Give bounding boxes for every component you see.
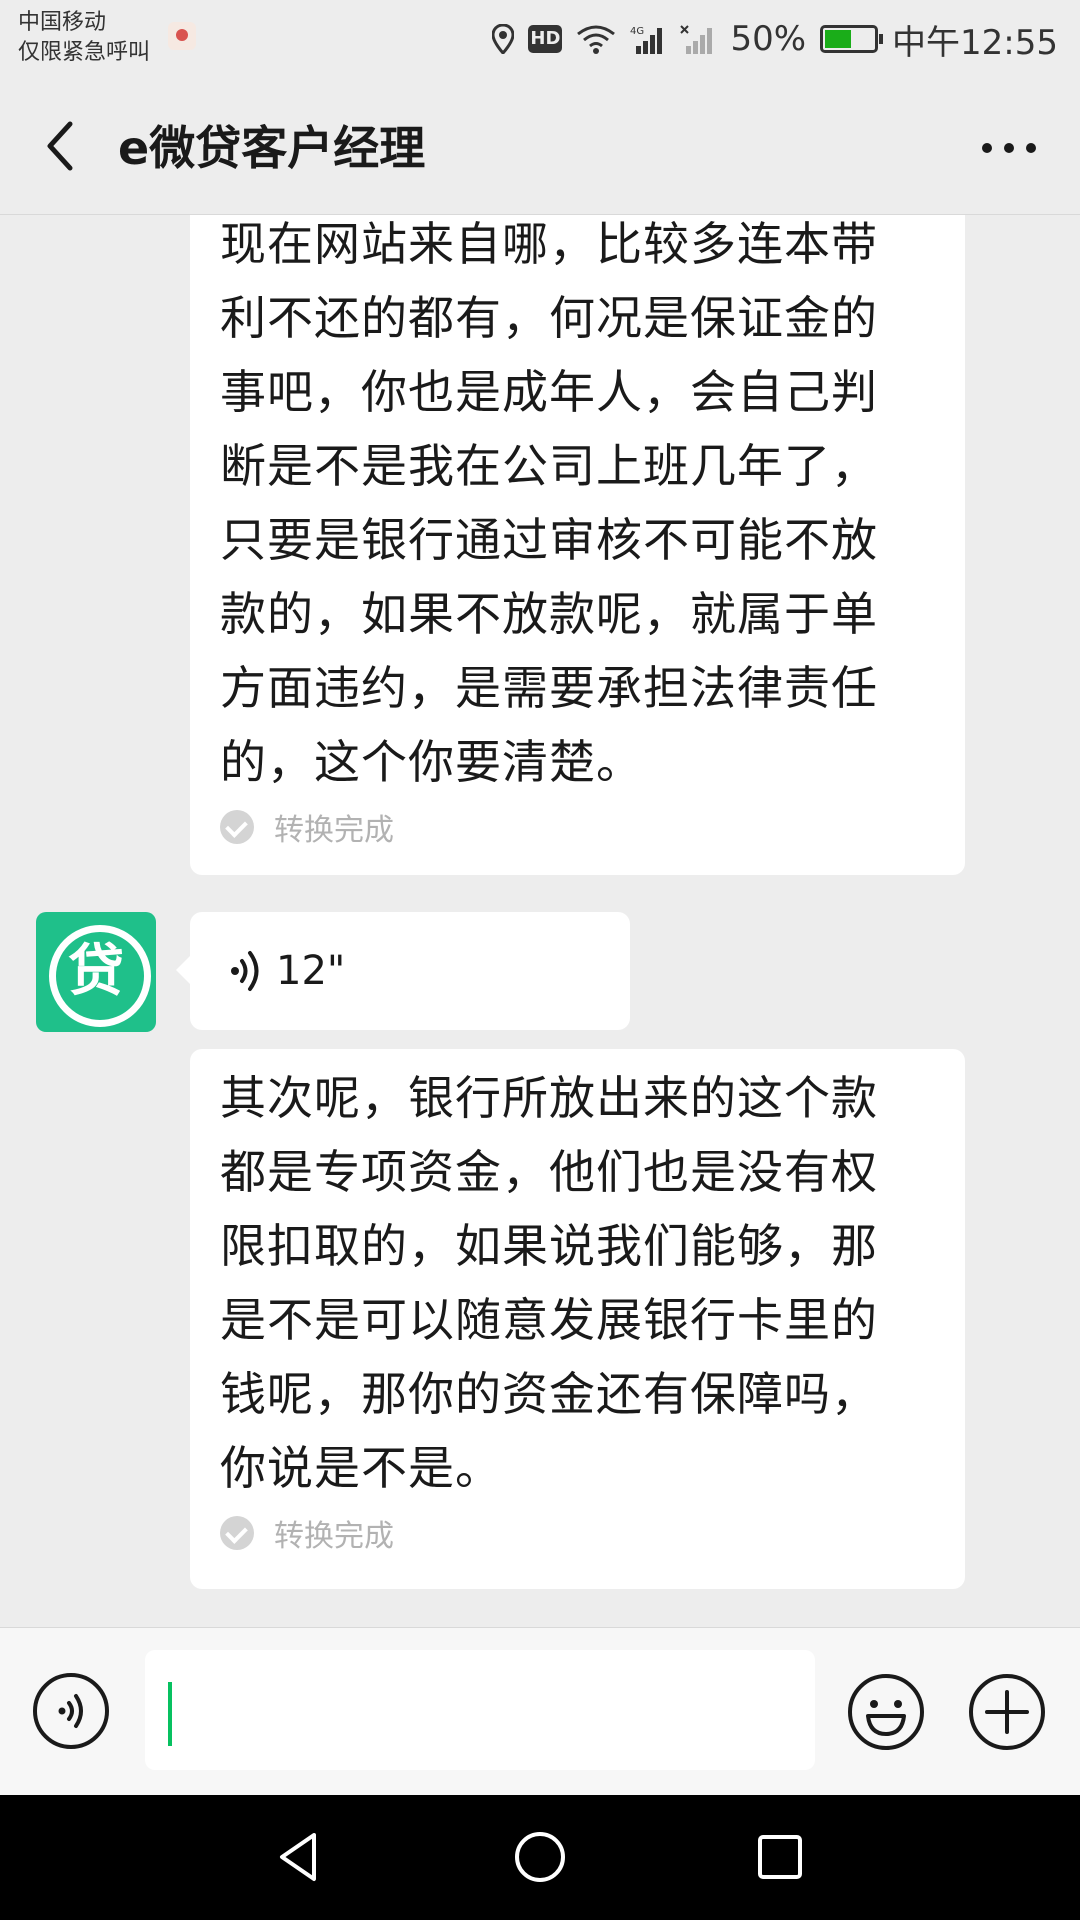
text-caret [168, 1682, 172, 1746]
system-navigation-bar [0, 1795, 1080, 1920]
hd-icon: HD [528, 25, 563, 53]
check-circle-icon [220, 810, 254, 844]
location-icon [492, 24, 515, 54]
sim-icon [168, 22, 196, 50]
message-input[interactable] [145, 1650, 815, 1770]
clock: 中午12:55 [892, 22, 1058, 63]
transcript-line: 都是专项资金，他们也是没有权 [220, 1145, 878, 1199]
convert-status: 转换完成 [220, 805, 935, 849]
more-icon[interactable] [980, 136, 1040, 160]
avatar-logo-glyph: 贷 [68, 939, 124, 1004]
convert-status: 转换完成 [220, 1511, 935, 1555]
signal-nosim-icon [680, 25, 713, 54]
transcript-line: 现在网站来自哪，比较多连本带 [220, 217, 878, 271]
status-bar: 中国移动 仅限紧急呼叫 HD 4G 50% 中午12:55 [0, 0, 1080, 84]
transcript-bubble[interactable]: 其次呢，银行所放出来的这个款 都是专项资金，他们也是没有权 限扣取的，如果说我们… [190, 1049, 965, 1589]
wifi-icon [577, 25, 616, 54]
transcript-line: 只要是银行通过审核不可能不放 [220, 513, 878, 567]
transcript-line: 款的，如果不放款呢，就属于单 [220, 587, 878, 641]
carrier-emergency: 仅限紧急呼叫 [18, 40, 151, 65]
voice-wave-icon [231, 951, 259, 991]
transcript-text: 现在网站来自哪，比较多连本带 利不还的都有，何况是保证金的 事吧，你也是成年人，… [220, 215, 935, 799]
input-bar [0, 1627, 1080, 1796]
battery-icon [820, 25, 884, 53]
transcript-line: 的，这个你要清楚。 [220, 735, 643, 789]
transcript-line: 是不是可以随意发展银行卡里的 [220, 1293, 878, 1347]
page-title: e微贷客户经理 [118, 121, 426, 175]
transcript-text: 其次呢，银行所放出来的这个款 都是专项资金，他们也是没有权 限扣取的，如果说我们… [220, 1061, 935, 1505]
convert-status-label: 转换完成 [274, 813, 394, 848]
carrier-info: 中国移动 仅限紧急呼叫 [18, 8, 150, 68]
transcript-line: 其次呢，银行所放出来的这个款 [220, 1071, 878, 1125]
voice-input-icon[interactable] [32, 1672, 110, 1750]
transcript-line: 钱呢，那你的资金还有保障吗， [220, 1367, 878, 1421]
chat-message-list[interactable]: 现在网站来自哪，比较多连本带 利不还的都有，何况是保证金的 事吧，你也是成年人，… [0, 215, 1080, 1625]
plus-icon[interactable] [967, 1672, 1047, 1752]
back-triangle-icon[interactable] [270, 1827, 330, 1887]
status-icons: HD 4G 50% 中午12:55 [492, 14, 1058, 64]
signal-4g-icon: 4G [630, 26, 663, 54]
chevron-left-icon[interactable] [40, 116, 80, 176]
voice-duration: 12" [276, 948, 346, 994]
transcript-line: 断是不是我在公司上班几年了， [220, 439, 878, 493]
battery-percent: 50% [730, 19, 807, 59]
voice-message-bubble[interactable]: 12" [176, 912, 630, 1030]
svg-text:4G: 4G [630, 26, 644, 37]
transcript-line: 事吧，你也是成年人，会自己判 [220, 365, 878, 419]
transcript-bubble[interactable]: 现在网站来自哪，比较多连本带 利不还的都有，何况是保证金的 事吧，你也是成年人，… [190, 215, 965, 875]
recents-square-icon[interactable] [750, 1827, 810, 1887]
carrier-name: 中国移动 [18, 10, 107, 35]
transcript-line: 限扣取的，如果说我们能够，那 [220, 1219, 878, 1273]
convert-status-label: 转换完成 [274, 1519, 394, 1554]
home-circle-icon[interactable] [510, 1827, 570, 1887]
transcript-line: 方面违约，是需要承担法律责任 [220, 661, 878, 715]
transcript-line: 利不还的都有，何况是保证金的 [220, 291, 878, 345]
chat-header: e微贷客户经理 [0, 84, 1080, 215]
avatar[interactable]: 贷 [36, 912, 156, 1032]
emoji-icon[interactable] [846, 1672, 926, 1752]
check-circle-icon [220, 1516, 254, 1550]
transcript-line: 你说是不是。 [220, 1441, 502, 1495]
